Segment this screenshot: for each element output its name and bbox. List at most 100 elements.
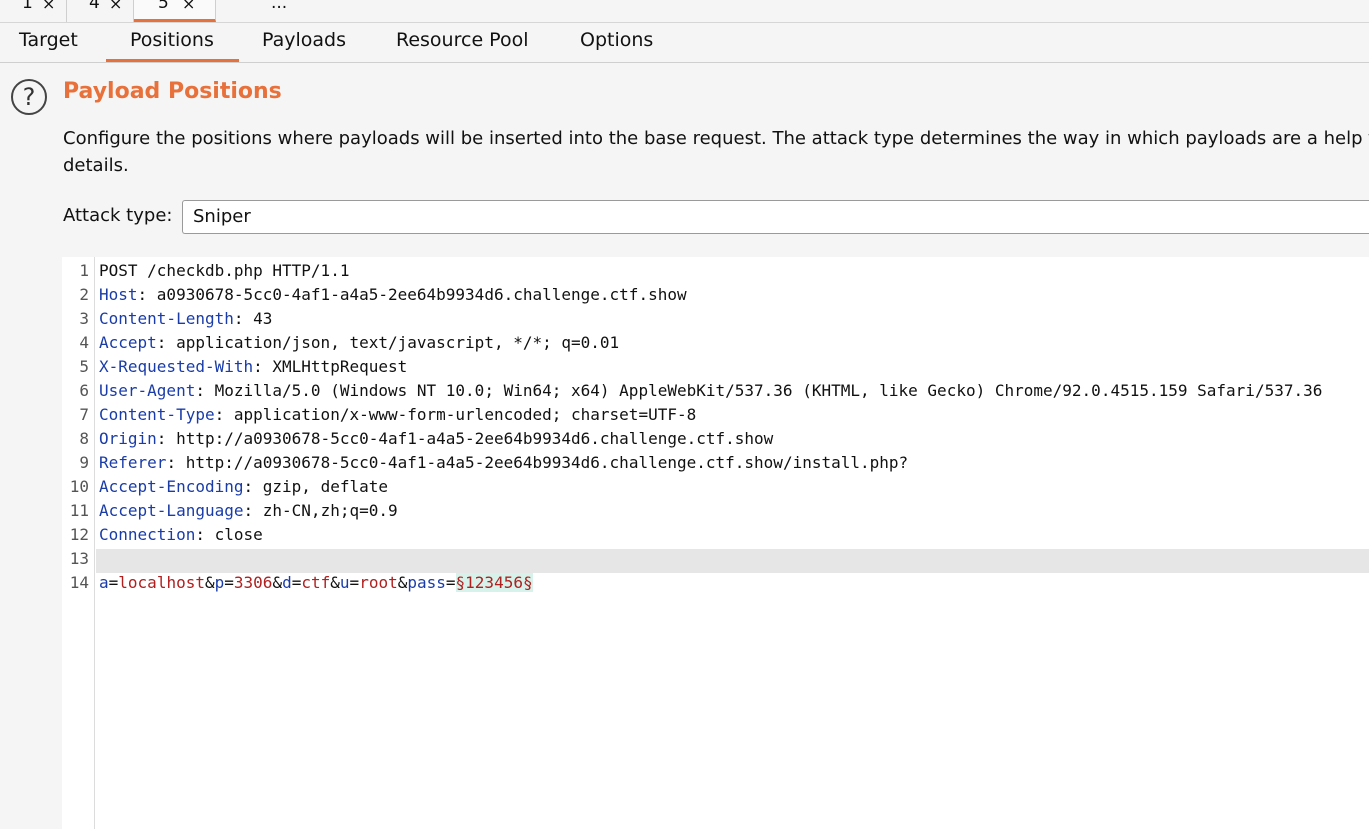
header-value: http://a0930678-5cc0-4af1-a4a5-2ee64b993… <box>176 429 774 448</box>
header-line: Referer: http://a0930678-5cc0-4af1-a4a5-… <box>99 453 908 472</box>
close-icon[interactable]: × <box>182 0 195 13</box>
header-line: User-Agent: Mozilla/5.0 (Windows NT 10.0… <box>99 381 1322 400</box>
header-line: X-Requested-With: XMLHttpRequest <box>99 357 407 376</box>
header-value: application/x-www-form-urlencoded; chars… <box>233 405 697 424</box>
active-tab-indicator <box>106 59 239 62</box>
request-tab-4[interactable]: 4 × <box>67 0 134 22</box>
param-key: p <box>214 573 225 592</box>
param-value: 3306 <box>233 573 273 592</box>
header-value: gzip, deflate <box>262 477 388 496</box>
header-line: Origin: http://a0930678-5cc0-4af1-a4a5-2… <box>99 429 773 448</box>
header-separator: : <box>253 357 273 376</box>
header-key: Accept <box>99 333 157 352</box>
header-value: Mozilla/5.0 (Windows NT 10.0; Win64; x64… <box>214 381 1323 400</box>
payload-position-marker[interactable]: §123456§ <box>455 573 533 592</box>
line-number: 4 <box>79 333 89 352</box>
param-value: localhost <box>118 573 205 592</box>
ampersand: & <box>272 573 283 592</box>
header-key: Host <box>99 285 138 304</box>
request-line: POST /checkdb.php HTTP/1.1 <box>99 261 350 280</box>
equals-sign: = <box>224 573 234 592</box>
header-value: close <box>214 525 263 544</box>
line-number: 10 <box>69 477 89 496</box>
header-value: 43 <box>253 309 273 328</box>
more-tabs-button[interactable]: ... <box>271 0 287 13</box>
param-key: a <box>99 573 109 592</box>
header-value: application/json, text/javascript, */*; … <box>176 333 620 352</box>
header-line: Accept-Language: zh-CN,zh;q=0.9 <box>99 501 398 520</box>
header-separator: : <box>243 501 263 520</box>
line-number: 7 <box>79 405 89 424</box>
tab-positions[interactable]: Positions <box>130 29 214 51</box>
tab-options[interactable]: Options <box>580 29 653 51</box>
equals-sign: = <box>108 573 119 592</box>
section-description: Configure the positions where payloads w… <box>63 128 1369 176</box>
header-separator: : <box>156 429 177 448</box>
header-value: zh-CN,zh;q=0.9 <box>262 501 398 520</box>
line-number: 9 <box>79 453 89 472</box>
tab-payloads[interactable]: Payloads <box>262 29 346 51</box>
param-key: u <box>339 573 350 592</box>
request-tab-label: 4 <box>89 0 100 13</box>
request-tab-label: 5 <box>158 0 169 13</box>
ampersand: & <box>204 573 215 592</box>
attack-type-select[interactable]: Sniper <box>182 200 1369 234</box>
header-separator: : <box>195 381 215 400</box>
equals-sign: = <box>291 573 302 592</box>
tab-target[interactable]: Target <box>19 29 78 51</box>
equals-sign: = <box>349 573 360 592</box>
param-value: ctf <box>301 573 331 592</box>
line-number: 5 <box>79 357 89 376</box>
header-line: Host: a0930678-5cc0-4af1-a4a5-2ee64b9934… <box>99 285 687 304</box>
header-separator: : <box>156 333 177 352</box>
header-line: Accept: application/json, text/javascrip… <box>99 333 619 352</box>
header-key: User-Agent <box>99 381 196 400</box>
line-number: 6 <box>79 381 89 400</box>
header-separator: : <box>214 405 234 424</box>
header-value: XMLHttpRequest <box>272 357 408 376</box>
header-line: Connection: close <box>99 525 263 544</box>
header-key: Origin <box>99 429 157 448</box>
header-key: Accept-Language <box>99 501 244 520</box>
header-line: Content-Type: application/x-www-form-url… <box>99 405 696 424</box>
header-value: http://a0930678-5cc0-4af1-a4a5-2ee64b993… <box>185 453 909 472</box>
header-key: Accept-Encoding <box>99 477 244 496</box>
help-icon[interactable]: ? <box>11 79 47 115</box>
header-key: Content-Length <box>99 309 234 328</box>
header-separator: : <box>243 477 263 496</box>
current-line-highlight <box>96 549 1369 573</box>
header-separator: : <box>137 285 157 304</box>
line-number: 11 <box>69 501 89 520</box>
line-number: 2 <box>79 285 89 304</box>
ampersand: & <box>397 573 408 592</box>
header-key: Referer <box>99 453 167 472</box>
param-key: d <box>282 573 292 592</box>
request-tab-1[interactable]: 1 × <box>0 0 67 22</box>
close-icon[interactable]: × <box>42 0 55 13</box>
request-body-line: a=localhost&p=3306&d=ctf&u=root&pass=§12… <box>99 573 533 592</box>
tab-resource-pool[interactable]: Resource Pool <box>396 29 528 51</box>
header-key: X-Requested-With <box>99 357 254 376</box>
ampersand: & <box>330 573 340 592</box>
request-tab-bar: 1 × 4 × 5 × ... <box>0 0 1369 22</box>
equals-sign: = <box>445 573 456 592</box>
request-tab-label: 1 <box>22 0 33 13</box>
param-value: root <box>359 573 398 592</box>
header-separator: : <box>166 453 186 472</box>
attack-type-label: Attack type: <box>63 205 173 226</box>
close-icon[interactable]: × <box>109 0 122 13</box>
header-line: Content-Length: 43 <box>99 309 272 328</box>
line-number: 12 <box>69 525 89 544</box>
line-number: 8 <box>79 429 89 448</box>
intruder-subtab-bar: Target Positions Payloads Resource Pool … <box>0 23 1369 63</box>
request-tab-5[interactable]: 5 × <box>134 0 216 22</box>
header-key: Content-Type <box>99 405 215 424</box>
line-number: 3 <box>79 309 89 328</box>
param-key: pass <box>407 573 446 592</box>
request-editor[interactable]: 1 2 3 4 5 6 7 8 9 10 11 12 13 14 POST /c… <box>62 257 1369 829</box>
line-number: 1 <box>79 261 89 280</box>
section-title: Payload Positions <box>63 79 282 104</box>
line-number: 14 <box>69 573 89 592</box>
header-separator: : <box>195 525 215 544</box>
header-line: Accept-Encoding: gzip, deflate <box>99 477 388 496</box>
